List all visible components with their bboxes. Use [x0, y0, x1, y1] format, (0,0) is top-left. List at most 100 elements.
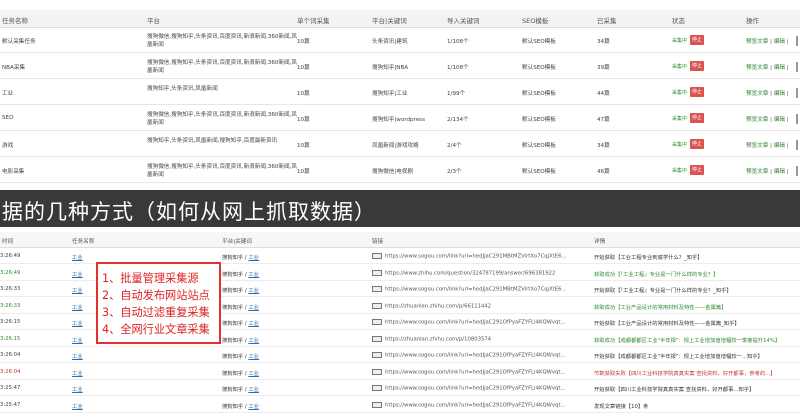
stop-button[interactable]: 停止 [690, 35, 704, 45]
article-time: 3:25:47 [0, 401, 21, 408]
feature-item: 1、批量管理采集源 [102, 272, 199, 285]
article-platform: 搜狗知乎 / 工业 [222, 319, 259, 327]
task-name: 电影采集 [2, 169, 25, 175]
article-keyword-link[interactable]: 工业 [248, 354, 259, 360]
article-url[interactable]: https://www.sogou.com/link?url=hedJjaC29… [385, 386, 565, 392]
task-seo-template: 默认SEO模板 [522, 39, 556, 45]
article-row: 3:25:47 工业 搜狗知乎 / 工业 https://www.sogou.com/… [0, 398, 800, 413]
row-scroll-indicator [796, 140, 798, 150]
article-link[interactable]: https://www.sogou.com/link?url=hedJjaC29… [372, 368, 565, 375]
task-platform-keyword: 搜狗微信|电视剧 [372, 169, 414, 175]
header-collected: 已采集 [597, 17, 617, 25]
task-row: 工业 搜狗知乎,头条资讯,凤凰新闻 10篇 搜狗知乎|工业 1/99个 默认SEO模板 44… [0, 81, 800, 105]
task-actions[interactable]: 预览文章 | 编辑 | [746, 89, 789, 97]
article-keyword-link[interactable]: 工业 [248, 321, 259, 327]
article-link[interactable]: https://www.sogou.com/link?url=hedJjaC29… [372, 286, 567, 293]
article-time: 3:26:49 [0, 253, 21, 259]
task-name: 工业 [2, 91, 14, 97]
article-platform: 搜狗知乎 / 工业 [222, 253, 259, 261]
task-actions[interactable]: 预览文章 | 编辑 | [746, 63, 789, 71]
article-detail: 开始获取【成都都都区工业"半年报"：规上工业增加值增幅较一...知乎】 [594, 354, 763, 360]
task-seo-template: 默认SEO模板 [522, 143, 556, 149]
task-actions[interactable]: 预览文章 | 编辑 | [746, 115, 789, 123]
article-url[interactable]: https://www.zhihu.com/question/324787199… [385, 270, 555, 276]
article-keyword-link[interactable]: 工业 [248, 288, 259, 294]
article-link[interactable]: https://www.sogou.com/link?url=hedJjaC29… [372, 401, 565, 408]
article-keyword-link[interactable]: 工业 [248, 387, 259, 393]
article-keyword-link[interactable]: 工业 [248, 404, 259, 410]
task-name: SEO [2, 115, 14, 121]
article-table-header: 时间 任务名称 平台|关键词 链接 详情 [0, 232, 800, 248]
article-task-link[interactable]: 工业 [72, 253, 83, 261]
article-link[interactable]: https://zhuanlan.zhihu.com/p/10803574 [372, 335, 491, 342]
task-name: NBA采集 [2, 65, 26, 71]
article-keyword-link[interactable]: 工业 [248, 338, 259, 344]
stop-button[interactable]: 停止 [690, 113, 704, 123]
article-task-link[interactable]: 工业 [72, 270, 83, 278]
article-task-link[interactable]: 工业 [72, 303, 83, 311]
article-url[interactable]: https://www.sogou.com/link?url=hedJjaC29… [385, 320, 565, 326]
article-link[interactable]: https://www.sogou.com/link?url=hedJjaC29… [372, 253, 567, 260]
article-keyword-link[interactable]: 工业 [248, 272, 259, 278]
article-time: 3:26:04 [0, 352, 21, 358]
article-task-link[interactable]: 工业 [72, 286, 83, 294]
article-task-link[interactable]: 工业 [72, 385, 83, 393]
stop-button[interactable]: 停止 [690, 61, 704, 71]
task-per-word: 10篇 [297, 39, 310, 45]
article-keyword-link[interactable]: 工业 [248, 371, 259, 377]
task-actions[interactable]: 预览文章 | 编辑 | [746, 167, 789, 175]
task-actions[interactable]: 预览文章 | 编辑 | [746, 37, 789, 45]
article-link[interactable]: https://www.sogou.com/link?url=hedJjaC29… [372, 385, 565, 392]
task-actions[interactable]: 预览文章 | 编辑 | [746, 141, 789, 149]
header-seo: SEO模板 [522, 17, 549, 25]
task-platforms: 搜狗微信,搜狗知乎,头条资讯,百度资讯,新浪新闻,360新闻,凤凰新闻 [147, 112, 298, 126]
article-task-link[interactable]: 工业 [72, 319, 83, 327]
task-platform-keyword: 凤凰新闻|游戏攻略 [372, 143, 419, 149]
link-icon [372, 335, 382, 342]
header-task-name: 任务名称 [2, 17, 28, 25]
article-url[interactable]: https://www.sogou.com/link?url=hedJjaC29… [385, 402, 565, 408]
article-detail: 开始获取【工业工程专业到底学什么？_知乎】 [594, 255, 703, 261]
task-row: NBA采集 搜狗微信,搜狗知乎,头条资讯,百度资讯,新浪新闻,360新闻,凤凰新闻… [0, 55, 800, 79]
stop-button[interactable]: 停止 [690, 87, 704, 97]
article-detail: 开始获取【四川工业科技学院真真实案 查找资料，好开都事...知乎】 [594, 387, 755, 393]
task-seo-template: 默认SEO模板 [522, 91, 556, 97]
article-url[interactable]: https://www.sogou.com/link?url=hedJjaC29… [385, 287, 567, 293]
task-seo-template: 默认SEO模板 [522, 169, 556, 175]
article-platform-name: 搜狗知乎 / [222, 255, 249, 261]
article-task-link[interactable]: 工业 [72, 336, 83, 344]
feature-item: 4、全网行业文章采集 [102, 323, 210, 336]
article-platform: 搜狗知乎 / 工业 [222, 303, 259, 311]
article-platform: 搜狗知乎 / 工业 [222, 270, 259, 278]
article-task-link[interactable]: 工业 [72, 402, 83, 410]
article-time: 3:26:33 [0, 302, 21, 309]
task-platforms: 搜狗知乎,头条资讯,凤凰新闻 [147, 86, 218, 92]
stop-button[interactable]: 停止 [690, 165, 704, 175]
article-task-link[interactable]: 工业 [72, 352, 83, 360]
article-detail: 发现文章链接【10】条 [594, 403, 649, 410]
article-link[interactable]: https://zhuanlan.zhihu.com/p/66111442 [372, 302, 491, 309]
status-running-badge: 采集中 [672, 38, 688, 44]
article-platform-name: 搜狗知乎 / [222, 304, 249, 311]
row-scroll-indicator [796, 36, 798, 46]
article-link[interactable]: https://www.zhihu.com/question/324787199… [372, 269, 555, 276]
article-url[interactable]: https://zhuanlan.zhihu.com/p/10803574 [385, 336, 491, 342]
task-collected: 34篇 [597, 143, 610, 149]
article-url[interactable]: https://www.sogou.com/link?url=hedJjaC29… [385, 353, 565, 359]
article-link[interactable]: https://www.sogou.com/link?url=hedJjaC29… [372, 352, 565, 359]
article-link[interactable]: https://www.sogou.com/link?url=hedJjaC29… [372, 319, 565, 326]
stop-button[interactable]: 停止 [690, 139, 704, 149]
article-url[interactable]: https://www.sogou.com/link?url=hedJjaC29… [385, 254, 567, 260]
header-platform: 平台 [147, 17, 160, 25]
row-scroll-indicator [796, 62, 798, 72]
article-url[interactable]: https://zhuanlan.zhihu.com/p/66111442 [385, 303, 491, 309]
task-platform-keyword: 搜狗知乎|工业 [372, 91, 408, 97]
article-detail: 开始获取【工业产品设计的常用材料及特性——金属篇_知乎】 [594, 321, 740, 327]
feature-item: 2、自动发布网站站点 [102, 289, 210, 302]
article-keyword-link[interactable]: 工业 [248, 255, 259, 261]
task-seo-template: 默认SEO模板 [522, 65, 556, 71]
article-url[interactable]: https://www.sogou.com/link?url=hedJjaC29… [385, 369, 565, 375]
article-keyword-link[interactable]: 工业 [248, 305, 259, 311]
task-collected: 46篇 [597, 169, 610, 175]
article-task-link[interactable]: 工业 [72, 369, 83, 377]
